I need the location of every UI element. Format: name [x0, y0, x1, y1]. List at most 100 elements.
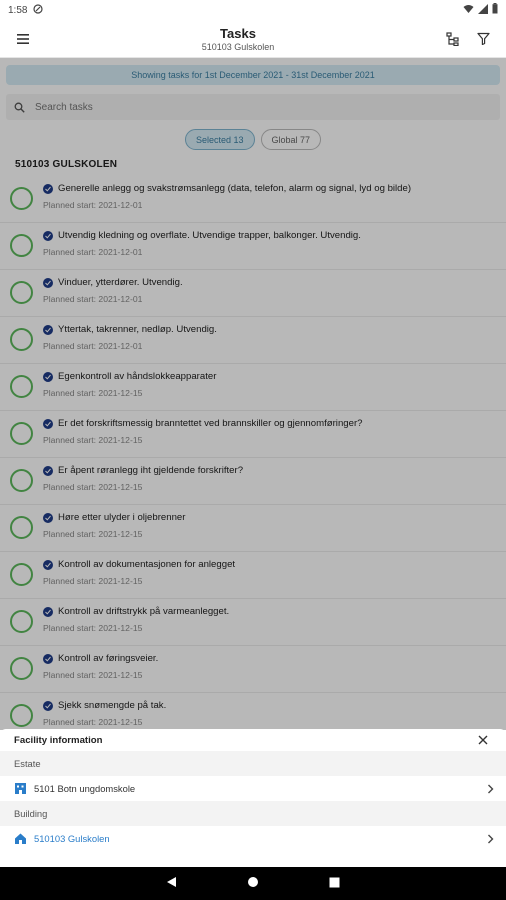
task-complete-checkbox[interactable] [10, 281, 33, 304]
building-group-label: Building [0, 801, 506, 826]
task-row[interactable]: Generelle anlegg og svakstrømsanlegg (da… [0, 176, 506, 223]
task-planned-start: Planned start: 2021-12-15 [43, 670, 143, 680]
task-body: Kontroll av driftstrykk på varmeanlegget… [43, 599, 229, 633]
task-planned-start: Planned start: 2021-12-15 [43, 623, 143, 633]
back-triangle-icon [167, 876, 176, 887]
task-complete-checkbox[interactable] [10, 563, 33, 586]
home-circle-icon [248, 876, 258, 887]
hierarchy-icon [446, 31, 459, 46]
wifi-icon [463, 4, 474, 17]
task-planned-start: Planned start: 2021-12-15 [43, 482, 143, 492]
building-row[interactable]: 510103 Gulskolen [0, 826, 506, 851]
title-block: Tasks 510103 Gulskolen [202, 26, 275, 52]
task-status-icon [43, 183, 53, 194]
scope-chips: Selected 13 Global 77 [0, 129, 506, 150]
task-planned-start: Planned start: 2021-12-01 [43, 294, 143, 304]
search-input[interactable] [35, 101, 492, 113]
task-status-icon [43, 606, 53, 617]
task-complete-checkbox[interactable] [10, 469, 33, 492]
close-icon [478, 735, 488, 745]
task-planned-start: Planned start: 2021-12-15 [43, 435, 143, 445]
task-title: Kontroll av dokumentasjonen for anlegget [58, 559, 236, 570]
filter-button[interactable] [470, 26, 496, 52]
task-complete-checkbox[interactable] [10, 375, 33, 398]
task-status-icon [43, 371, 53, 382]
task-title: Er åpent røranlegg iht gjeldende forskri… [58, 465, 244, 476]
chip-selected[interactable]: Selected 13 [184, 129, 255, 150]
page-subtitle: 510103 Gulskolen [201, 41, 275, 52]
task-complete-checkbox[interactable] [10, 234, 33, 257]
building-name: 510103 Gulskolen [34, 833, 110, 844]
estate-name: 5101 Botn ungdomskole [34, 783, 136, 794]
task-row[interactable]: Kontroll av føringsveier. Planned start: … [0, 646, 506, 693]
task-row[interactable]: Er det forskriftsmessig branntettet ved … [0, 411, 506, 458]
task-planned-start: Planned start: 2021-12-01 [43, 200, 143, 210]
task-complete-checkbox[interactable] [10, 704, 33, 727]
menu-button[interactable] [10, 26, 36, 52]
task-row[interactable]: Vinduer, ytterdører. Utvendig. Planned st… [0, 270, 506, 317]
hamburger-menu-icon [17, 33, 29, 44]
task-body: Utvendig kledning og overflate. Utvendig… [43, 223, 361, 257]
task-planned-start: Planned start: 2021-12-01 [43, 247, 143, 257]
task-row[interactable]: Er åpent røranlegg iht gjeldende forskri… [0, 458, 506, 505]
recents-square-icon [329, 877, 340, 887]
nav-recents-button[interactable] [329, 875, 340, 893]
task-complete-checkbox[interactable] [10, 657, 33, 680]
chevron-right-icon [488, 834, 494, 843]
task-title: Er det forskriftsmessig branntettet ved … [58, 418, 363, 429]
task-title: Kontroll av driftstrykk på varmeanlegget… [58, 606, 230, 617]
task-status-icon [43, 700, 53, 711]
task-planned-start: Planned start: 2021-12-01 [43, 341, 143, 351]
task-title: Egenkontroll av håndslokkeapparater [58, 371, 217, 382]
nav-back-button[interactable] [166, 875, 177, 893]
task-body: Er det forskriftsmessig branntettet ved … [43, 411, 362, 445]
task-row[interactable]: Egenkontroll av håndslokkeapparater Plann… [0, 364, 506, 411]
task-planned-start: Planned start: 2021-12-15 [43, 576, 143, 586]
date-range-banner: Showing tasks for 1st December 2021 - 31… [6, 65, 500, 85]
task-body: Kontroll av dokumentasjonen for anlegget… [43, 552, 235, 586]
task-complete-checkbox[interactable] [10, 328, 33, 351]
chip-global[interactable]: Global 77 [260, 129, 322, 150]
task-row[interactable]: Kontroll av driftstrykk på varmeanlegget… [0, 599, 506, 646]
task-body: Er åpent røranlegg iht gjeldende forskri… [43, 458, 243, 492]
task-body: Sjekk snømengde på tak. Planned start: 20… [43, 693, 166, 727]
nav-home-button[interactable] [247, 875, 259, 893]
task-row[interactable]: Utvendig kledning og overflate. Utvendig… [0, 223, 506, 270]
task-status-icon [43, 653, 53, 664]
task-list: Generelle anlegg og svakstrømsanlegg (da… [0, 176, 506, 740]
signal-icon [478, 3, 488, 17]
task-status-icon [43, 324, 53, 335]
building-home-icon [14, 832, 27, 845]
task-body: Høre etter ulyder i oljebrenner Planned s… [43, 505, 185, 539]
task-title: Generelle anlegg og svakstrømsanlegg (da… [58, 183, 412, 194]
task-title: Vinduer, ytterdører. Utvendig. [58, 277, 183, 288]
task-body: Egenkontroll av håndslokkeapparater Plann… [43, 364, 216, 398]
task-row[interactable]: Kontroll av dokumentasjonen for anlegget… [0, 552, 506, 599]
task-status-icon [43, 559, 53, 570]
task-title: Sjekk snømengde på tak. [58, 700, 167, 711]
task-body: Kontroll av føringsveier. Planned start: … [43, 646, 158, 680]
task-title: Yttertak, takrenner, nedløp. Utvendig. [58, 324, 217, 335]
page-title: Tasks [220, 25, 256, 41]
sheet-header: Facility information [0, 729, 506, 751]
status-bar: 1:58 [0, 0, 506, 20]
task-status-icon [43, 277, 53, 288]
task-row[interactable]: Høre etter ulyder i oljebrenner Planned s… [0, 505, 506, 552]
task-body: Generelle anlegg og svakstrømsanlegg (da… [43, 176, 411, 210]
hierarchy-button[interactable] [440, 26, 466, 52]
task-complete-checkbox[interactable] [10, 422, 33, 445]
task-row[interactable]: Yttertak, takrenner, nedløp. Utvendig. Pl… [0, 317, 506, 364]
task-title: Høre etter ulyder i oljebrenner [58, 512, 186, 523]
estate-row[interactable]: 5101 Botn ungdomskole [0, 776, 506, 801]
close-sheet-button[interactable] [470, 727, 496, 753]
task-complete-checkbox[interactable] [10, 187, 33, 210]
facility-info-sheet: Facility information Estate 5101 Botn un… [0, 729, 506, 867]
task-title: Kontroll av føringsveier. [58, 653, 159, 664]
search-bar[interactable] [6, 94, 500, 120]
battery-icon [492, 3, 498, 17]
task-planned-start: Planned start: 2021-12-15 [43, 529, 143, 539]
estate-building-icon [14, 782, 27, 795]
task-complete-checkbox[interactable] [10, 516, 33, 539]
sheet-title: Facility information [14, 734, 103, 746]
task-complete-checkbox[interactable] [10, 610, 33, 633]
